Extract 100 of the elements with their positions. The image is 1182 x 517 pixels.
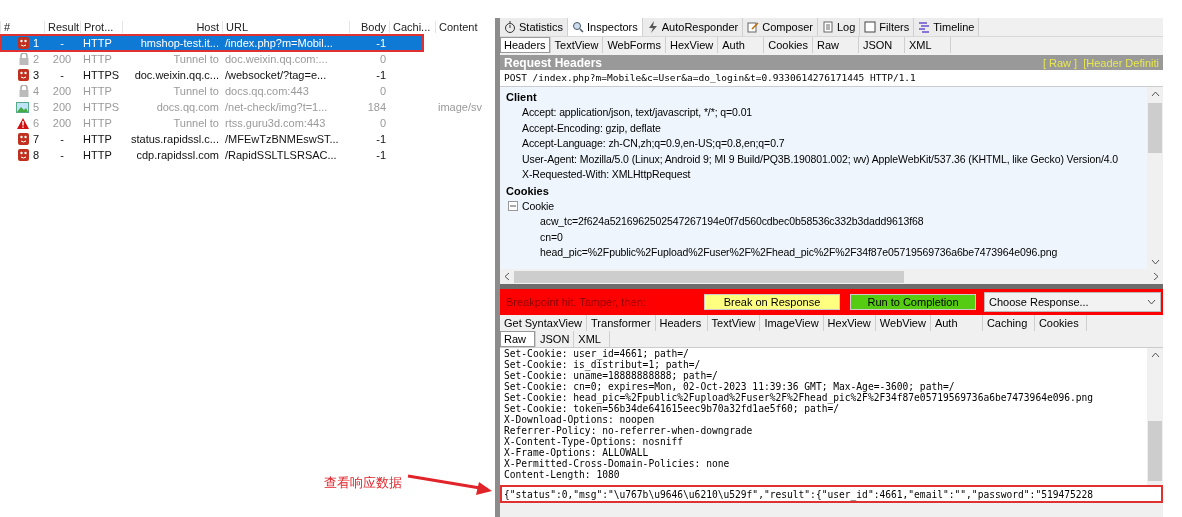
column-header[interactable]: Prot... — [80, 20, 122, 33]
column-header[interactable]: Cachi... — [389, 20, 435, 33]
table-cell-text: HTTP — [82, 53, 113, 65]
magnifier-icon — [572, 21, 584, 33]
table-cell-text: 200 — [51, 101, 73, 113]
session-row[interactable]: 8 - HTTP cdp.rapidssl.com /RapidSSLTLSRSAC... -1 — [0, 147, 495, 163]
table-cell-text: HTTPS — [82, 101, 121, 113]
response-header-line: Content-Length: 1080 — [504, 469, 621, 480]
table-cell-text: HTTP — [82, 37, 113, 49]
table-cell-text: 2 — [32, 53, 41, 65]
column-header[interactable]: Result — [44, 20, 80, 33]
table-cell-text: 5 — [32, 101, 41, 113]
breakpoint-icon — [18, 37, 29, 49]
table-cell-text: hmshop-test.it... — [139, 37, 220, 49]
inspector-tab[interactable]: Log — [817, 18, 861, 36]
session-row[interactable]: 1 - HTTP hmshop-test.it... /index.php?m=Mobil... -1 — [0, 35, 423, 51]
warning-icon — [17, 117, 29, 129]
table-cell-text: -1 — [375, 149, 387, 161]
vertical-scrollbar[interactable] — [1147, 87, 1163, 269]
response-header-line: Set-Cookie: cn=0; expires=Mon, 02-Oct-2023 11:39:36 GMT; Max-Age=-3600; path=/ — [504, 381, 955, 392]
break-on-response-button[interactable]: Break on Response — [702, 292, 842, 312]
header-entry: Accept-Encoding: gzip, deflate — [522, 120, 661, 136]
column-header[interactable]: Content — [435, 20, 493, 33]
table-cell-text: 184 — [366, 101, 387, 113]
image-icon — [16, 101, 29, 113]
chevron-down-icon — [1147, 299, 1156, 305]
table-cell-text: 0 — [378, 117, 387, 129]
scroll-up-icon[interactable] — [1150, 91, 1160, 97]
breakpoint-label: Breakpoint hit. Tamper, then: — [506, 296, 647, 308]
scroll-left-icon[interactable] — [504, 272, 510, 281]
response-header-line: Set-Cookie: user_id=4661; path=/ — [504, 348, 689, 359]
response-dropdown[interactable]: Choose Response... — [984, 292, 1161, 312]
column-header[interactable]: Host — [122, 20, 222, 33]
table-cell-text: docs.qq.com — [155, 101, 220, 113]
table-cell-text: 200 — [51, 85, 73, 97]
response-header-line: X-Content-Type-Options: nosniff — [504, 436, 684, 447]
table-cell-text: 4 — [32, 85, 41, 97]
table-cell-text: HTTP — [82, 85, 113, 97]
response-header-line: Set-Cookie: token=56b34de641615eec9b70a32fd1ae5f60; path=/ — [504, 403, 839, 414]
column-header[interactable]: # — [0, 20, 30, 33]
inspector-tab[interactable]: Composer — [743, 18, 818, 36]
breakpoint-icon — [18, 149, 29, 161]
group-title: Client — [506, 90, 538, 105]
view-tab[interactable]: TextView — [550, 37, 604, 53]
response-header-line: X-Permitted-Cross-Domain-Policies: none — [504, 458, 731, 469]
scrollbar-thumb[interactable] — [514, 270, 904, 283]
table-cell-text: HTTP — [82, 133, 113, 145]
header-entry: head_pic=%2Fpublic%2Fupload%2Fuser%2F%2Fhead_pic%2F%2F34f87e05719569736a6be7473964e096.png — [540, 245, 1058, 260]
response-header-line: Set-Cookie: head_pic=%2Fpublic%2Fupload%2Fuser%2F%2Fhead_pic%2F%2F34f87e05719569736a6be7473964e096.png — [504, 392, 1095, 403]
table-cell-text: 0 — [378, 53, 387, 65]
response-body: {"status":0,"msg":"\u767b\u9646\u6210\u529f","result":{"user_id":4661,"email":"","password":"519475228 — [500, 485, 1163, 503]
table-cell-text: cdp.rapidssl.com — [135, 149, 220, 161]
inspector-tab[interactable]: Filters — [860, 18, 915, 36]
inspector-tab[interactable]: Timeline — [914, 18, 980, 36]
table-cell-text: /websocket/?tag=e... — [224, 69, 328, 81]
scroll-down-icon[interactable] — [1150, 259, 1160, 265]
table-cell-text: - — [59, 37, 65, 49]
run-to-completion-button[interactable]: Run to Completion — [848, 292, 978, 312]
session-row[interactable]: 3 - HTTPS doc.weixin.qq.c... /websocket/?tag=e... -1 — [0, 67, 495, 83]
scroll-right-icon[interactable] — [1153, 272, 1159, 281]
scroll-up-icon[interactable] — [1150, 352, 1160, 358]
view-tab[interactable]: Headers — [500, 37, 551, 53]
scrollbar-thumb[interactable] — [1148, 103, 1162, 153]
view-tab[interactable]: Raw — [500, 331, 536, 347]
view-tab[interactable]: Cookies — [764, 37, 813, 53]
breakpoint-icon — [18, 133, 29, 145]
table-cell-text: HTTP — [82, 149, 113, 161]
table-cell-text: Tunnel to — [172, 117, 220, 129]
inspector-tab[interactable]: Statistics — [500, 18, 568, 36]
table-cell-text: HTTPS — [82, 69, 121, 81]
minus-icon — [510, 203, 516, 210]
table-cell-text: - — [59, 133, 65, 145]
view-tab[interactable]: Auth — [718, 37, 765, 53]
collapse-toggle[interactable] — [508, 201, 518, 212]
view-tab[interactable]: XML — [904, 37, 951, 53]
lock-icon — [19, 85, 29, 97]
response-header-line: Set-Cookie: uname=18888888888; path=/ — [504, 370, 719, 381]
lightning-icon — [646, 21, 659, 33]
section-title: Request Headers — [504, 55, 603, 70]
table-cell-text: 3 — [32, 69, 41, 81]
table-cell-text: - — [59, 149, 65, 161]
inspector-tab[interactable]: Inspectors — [568, 18, 643, 36]
table-cell-text: 200 — [51, 117, 73, 129]
column-header[interactable]: URL — [222, 20, 349, 33]
checkbox-icon — [864, 21, 877, 33]
view-tab[interactable]: WebForms — [603, 37, 666, 53]
vertical-scrollbar[interactable] — [1147, 348, 1163, 485]
view-tab[interactable]: HexView — [666, 37, 719, 53]
table-cell-text: - — [59, 69, 65, 81]
table-cell-text: Tunnel to — [172, 53, 220, 65]
table-cell-text: -1 — [375, 69, 387, 81]
table-cell-text: rtss.guru3d.com:443 — [224, 117, 327, 129]
column-header[interactable]: Body — [349, 20, 389, 33]
inspector-tab[interactable]: AutoResponder — [642, 18, 744, 36]
session-row[interactable]: 7 - HTTP status.rapidssl.c... /MFEwTzBNMEswST... -1 — [0, 131, 495, 147]
header-entry: Cookie — [522, 198, 555, 214]
view-tab[interactable]: JSON — [858, 37, 905, 53]
table-cell-text: doc.weixin.qq.c... — [133, 69, 220, 81]
scrollbar-thumb[interactable] — [1148, 421, 1162, 481]
view-tab[interactable]: Raw — [812, 37, 859, 53]
